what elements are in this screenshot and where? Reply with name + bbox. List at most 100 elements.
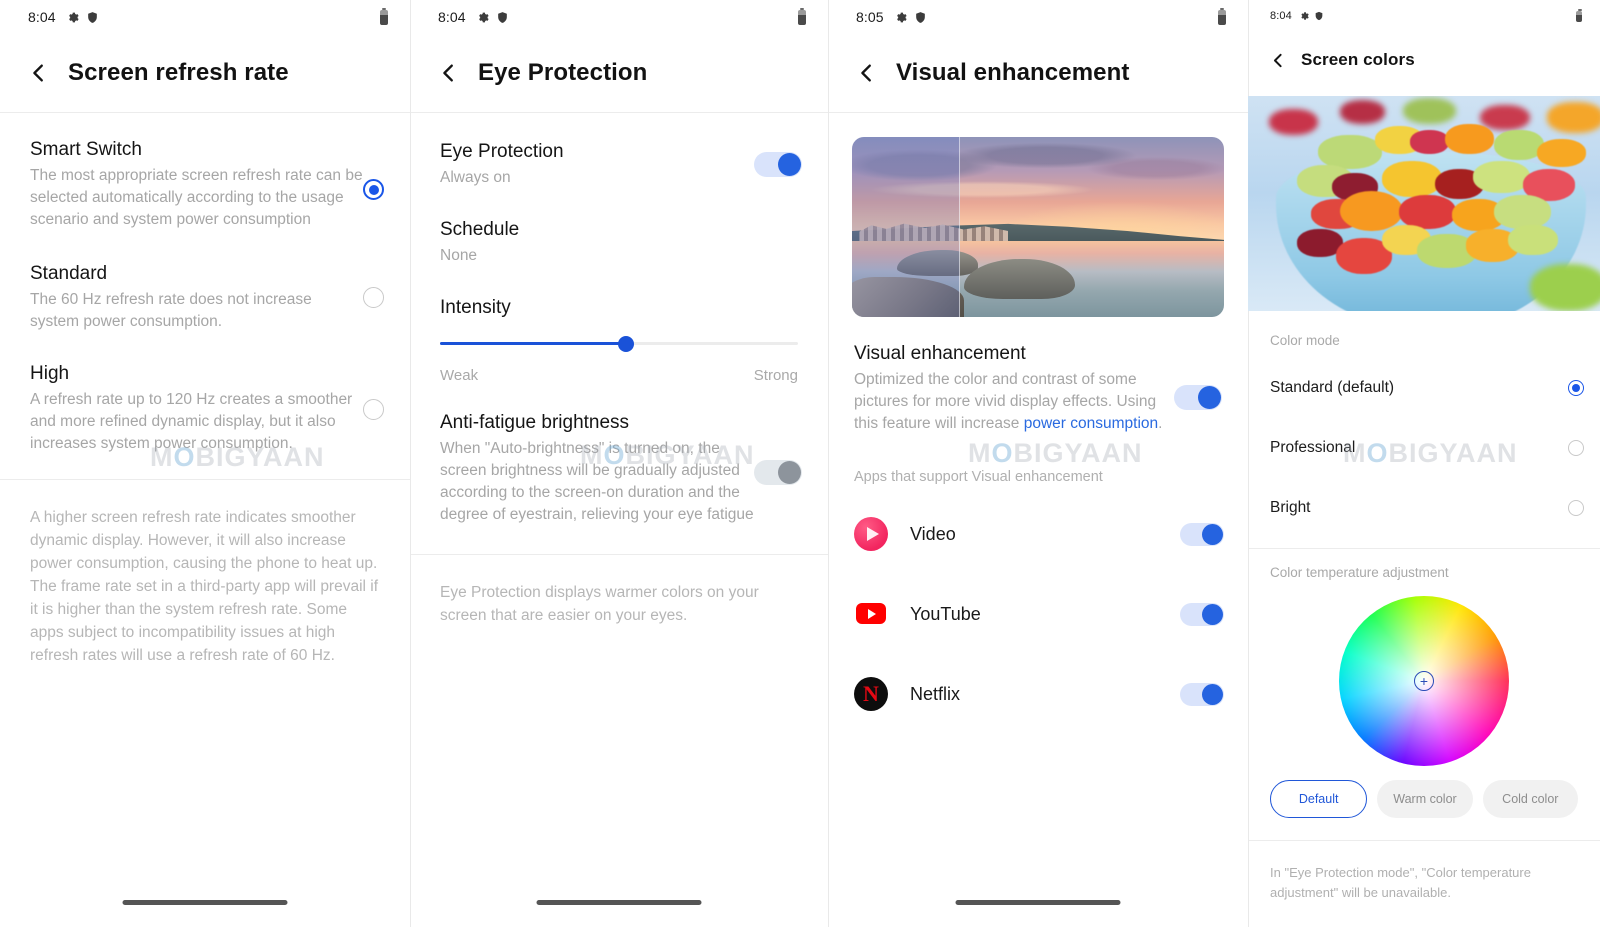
page-title: Screen colors (1301, 50, 1415, 69)
shield-icon (915, 11, 925, 23)
slider-min-label: Weak (440, 367, 479, 384)
refresh-rate-note: A higher screen refresh rate indicates s… (30, 509, 379, 664)
option-texts: Standard The 60 Hz refresh rate does not… (30, 261, 363, 333)
visual-enhancement-preview-image (852, 137, 1224, 317)
row-anti-fatigue[interactable]: Anti-fatigue brightness When "Auto-brigh… (410, 384, 828, 526)
gesture-bar[interactable] (122, 900, 288, 905)
option-texts: Smart Switch The most appropriate screen… (30, 137, 363, 231)
panel-separator (828, 0, 829, 927)
gesture-bar[interactable] (536, 900, 702, 905)
row-visual-enhancement[interactable]: Visual enhancement Optimized the color a… (828, 317, 1248, 435)
refresh-option-high[interactable]: High A refresh rate up to 120 Hz creates… (0, 333, 410, 455)
preview-artwork (1248, 96, 1600, 311)
color-temperature-wheel[interactable]: + (1339, 596, 1509, 766)
panel-visual-enhancement: 8:05 Visual enhancement Visual enhanceme… (828, 0, 1248, 927)
fruit-piece (1339, 190, 1403, 232)
radio-standard-default[interactable] (1568, 380, 1584, 396)
row-label: Eye Protection (440, 141, 564, 162)
status-clock: 8:04 (438, 9, 466, 25)
app-name: Netflix (910, 683, 961, 704)
toggle-app-netflix[interactable] (1180, 682, 1224, 706)
option-control[interactable] (363, 137, 384, 200)
chip-warm-color[interactable]: Warm color (1377, 780, 1473, 818)
back-arrow-icon[interactable] (28, 62, 50, 84)
row-eye-protection[interactable]: Eye Protection Always on (410, 113, 828, 189)
color-wheel-container[interactable]: + (1248, 580, 1600, 766)
color-mode-standard[interactable]: Standard (default) (1248, 358, 1600, 418)
toggle-app-video[interactable] (1180, 522, 1224, 546)
temperature-chip-group: Default Warm color Cold color (1248, 766, 1600, 818)
slider-thumb[interactable] (618, 335, 635, 352)
apps-section-label: Apps that support Visual enhancement (854, 469, 1103, 485)
row-control[interactable] (754, 151, 802, 177)
row-control[interactable] (754, 410, 802, 485)
chip-default[interactable]: Default (1270, 780, 1368, 818)
fruit-piece (1473, 160, 1530, 193)
app-name: YouTube (910, 603, 981, 624)
row-texts: Anti-fatigue brightness When "Auto-brigh… (440, 410, 754, 526)
toggle-app-youtube[interactable] (1180, 602, 1224, 626)
battery-icon (1218, 7, 1226, 25)
wheel-marker-plus-icon[interactable]: + (1414, 671, 1434, 691)
status-bar: 8:04 (0, 0, 410, 34)
power-consumption-link[interactable]: power consumption (1024, 415, 1158, 432)
refresh-option-standard[interactable]: Standard The 60 Hz refresh rate does not… (0, 231, 410, 333)
row-schedule[interactable]: Schedule None (410, 189, 828, 267)
panel-eye-protection: 8:04 Eye Protection Eye Protection Alway… (410, 0, 828, 927)
anti-fatigue-description: When "Auto-brightness" is turned on, the… (440, 440, 754, 523)
color-mode-bright[interactable]: Bright (1248, 478, 1600, 538)
app-bar: Eye Protection (410, 34, 828, 112)
row-label: Schedule (440, 219, 520, 240)
fruit-piece (1318, 134, 1382, 170)
toggle-visual-enhancement[interactable] (1174, 385, 1222, 410)
fruit-piece (1547, 102, 1600, 133)
status-clock: 8:05 (856, 9, 884, 25)
color-temperature-label: Color temperature adjustment (1270, 565, 1449, 580)
back-arrow-icon[interactable] (438, 62, 460, 84)
radio-professional[interactable] (1568, 440, 1584, 456)
color-mode-professional[interactable]: Professional (1248, 418, 1600, 478)
intensity-slider[interactable]: Weak Strong (410, 320, 828, 384)
app-row-video[interactable]: Video (828, 503, 1248, 565)
battery-icon (380, 7, 388, 25)
battery-icon (798, 7, 806, 25)
toggle-anti-fatigue[interactable] (754, 460, 802, 485)
app-row-netflix[interactable]: N Netflix (828, 663, 1248, 725)
status-icons (66, 11, 99, 24)
radio-standard[interactable] (363, 287, 384, 308)
color-mode-label: Color mode (1270, 333, 1340, 348)
row-value: Always on (440, 169, 511, 186)
gesture-bar[interactable] (955, 900, 1121, 905)
status-bar: 8:04 (1248, 0, 1600, 32)
anti-fatigue-label: Anti-fatigue brightness (440, 412, 630, 433)
option-label: High (30, 363, 70, 384)
status-clock: 8:04 (1270, 10, 1292, 22)
row-control[interactable] (1174, 341, 1222, 410)
toggle-eye-protection[interactable] (754, 151, 802, 177)
status-bar: 8:05 (828, 0, 1248, 34)
radio-smart-switch[interactable] (363, 179, 384, 200)
slider-track[interactable] (440, 335, 798, 352)
radio-high[interactable] (363, 399, 384, 420)
row-texts: Schedule None (440, 217, 802, 267)
option-texts: High A refresh rate up to 120 Hz creates… (30, 361, 363, 455)
option-control[interactable] (363, 261, 384, 308)
back-arrow-icon[interactable] (856, 62, 878, 84)
fruit-piece (1536, 139, 1586, 167)
fruit-piece (1402, 98, 1456, 124)
fruit-piece (1494, 194, 1551, 230)
option-control[interactable] (363, 361, 384, 420)
refresh-option-smart-switch[interactable]: Smart Switch The most appropriate screen… (0, 113, 410, 231)
radio-bright[interactable] (1568, 500, 1584, 516)
back-arrow-icon[interactable] (1270, 52, 1287, 69)
app-name: Video (910, 523, 956, 544)
row-texts: Eye Protection Always on (440, 139, 754, 189)
row-texts: Intensity (440, 295, 802, 320)
video-glyph (854, 517, 888, 551)
fruit-piece (1529, 263, 1600, 311)
app-row-youtube[interactable]: YouTube (828, 583, 1248, 645)
slider-fill (440, 342, 627, 345)
chip-cold-color[interactable]: Cold color (1482, 780, 1578, 818)
status-right (1576, 8, 1582, 22)
panel-screen-refresh-rate: 8:04 Screen refresh rate Smart Switch Th… (0, 0, 410, 927)
